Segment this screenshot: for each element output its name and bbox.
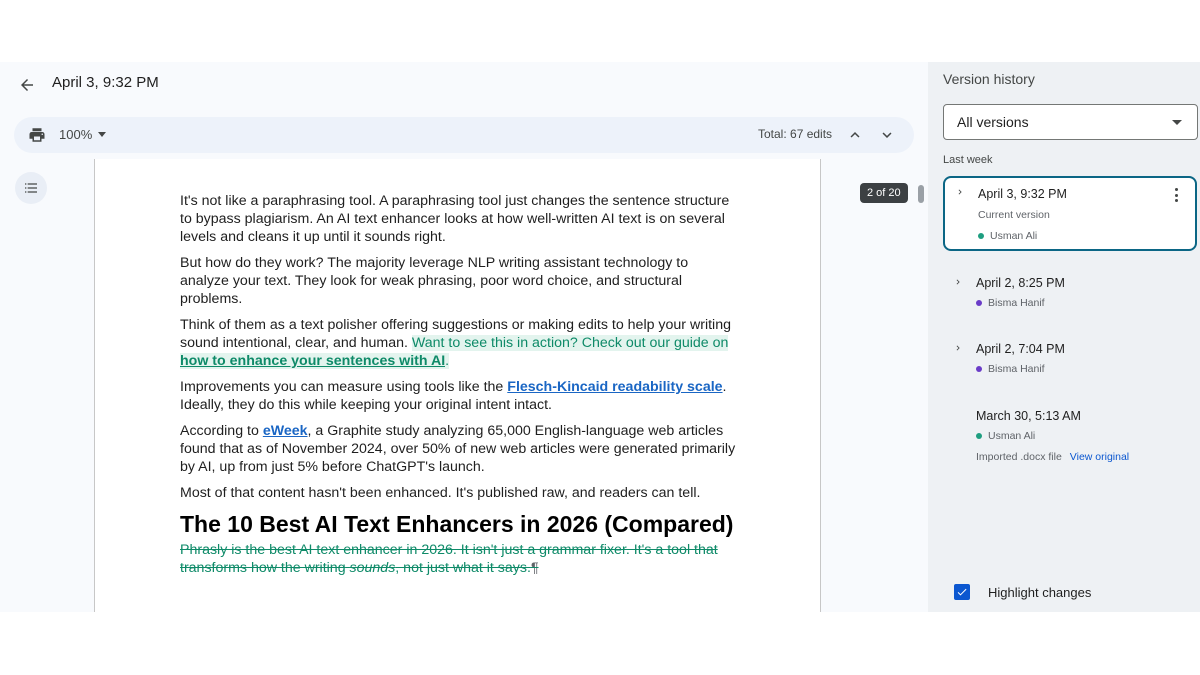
document-body: It's not like a paraphrasing tool. A par… bbox=[180, 192, 740, 585]
author-dot bbox=[976, 300, 982, 306]
version-note: Imported .docx file bbox=[976, 451, 1062, 463]
author-name: Bisma Hanif bbox=[988, 363, 1045, 375]
outline-button[interactable] bbox=[15, 172, 47, 204]
group-label: Last week bbox=[943, 154, 993, 166]
caret-down-icon bbox=[1172, 120, 1182, 125]
deleted-text: Phrasly is the best AI text enhancer in … bbox=[180, 541, 740, 577]
version-author: Usman Ali bbox=[976, 430, 1035, 442]
print-icon bbox=[29, 128, 45, 142]
previous-edit-button[interactable] bbox=[846, 126, 864, 144]
scrollbar-thumb[interactable] bbox=[918, 185, 924, 203]
pilcrow: ¶ bbox=[530, 560, 539, 576]
readability-link[interactable]: Flesch-Kincaid readability scale bbox=[507, 379, 722, 395]
outline-icon bbox=[25, 183, 37, 193]
version-note-row: Imported .docx file View original bbox=[976, 451, 1129, 463]
paragraph: Improvements you can measure using tools… bbox=[180, 378, 740, 414]
versions-filter-select[interactable]: All versions bbox=[943, 104, 1198, 140]
author-dot bbox=[978, 233, 984, 239]
version-item[interactable]: April 2, 7:04 PM Bisma Hanif bbox=[943, 340, 1197, 380]
deleted-text-italic: sounds bbox=[349, 560, 396, 576]
total-edits: Total: 67 edits bbox=[758, 127, 833, 141]
toolbar: 100% Total: 67 edits bbox=[14, 117, 914, 153]
version-date: April 2, 7:04 PM bbox=[976, 342, 1065, 356]
paragraph: But how do they work? The majority lever… bbox=[180, 255, 689, 307]
version-title: April 3, 9:32 PM bbox=[52, 74, 159, 91]
version-history-app: April 3, 9:32 PM 100% Total: 67 edits It… bbox=[0, 62, 1200, 612]
paragraph-text: Improvements you can measure using tools… bbox=[180, 379, 504, 395]
chevron-right-icon[interactable] bbox=[953, 343, 963, 353]
print-button[interactable] bbox=[28, 126, 48, 144]
version-author: Bisma Hanif bbox=[976, 297, 1045, 309]
author-name: Bisma Hanif bbox=[988, 297, 1045, 309]
version-date: April 3, 9:32 PM bbox=[978, 187, 1067, 201]
section-heading: The 10 Best AI Text Enhancers in 2026 (C… bbox=[180, 511, 734, 537]
versions-filter-value: All versions bbox=[957, 114, 1029, 130]
highlight-changes-label: Highlight changes bbox=[988, 584, 1092, 600]
version-item[interactable]: March 30, 5:13 AM Usman Ali Imported .do… bbox=[943, 407, 1197, 467]
checkmark-icon bbox=[957, 588, 967, 596]
highlight-changes-toggle[interactable]: Highlight changes bbox=[954, 584, 1091, 600]
chevron-down-icon bbox=[882, 132, 892, 138]
arrow-back-icon bbox=[21, 79, 33, 91]
eweek-link[interactable]: eWeek bbox=[263, 423, 308, 439]
version-note: Current version bbox=[978, 209, 1050, 221]
version-history-panel: Version history All versions Last week A… bbox=[928, 62, 1200, 612]
version-date: March 30, 5:13 AM bbox=[976, 409, 1081, 423]
chevron-up-icon bbox=[850, 132, 860, 138]
author-name: Usman Ali bbox=[990, 230, 1038, 242]
author-dot bbox=[976, 366, 982, 372]
page-counter: 2 of 20 bbox=[860, 183, 908, 203]
paragraph: It's not like a paraphrasing tool. A par… bbox=[180, 193, 730, 245]
paragraph: According to eWeek, a Graphite study ana… bbox=[180, 422, 740, 476]
more-vert-icon[interactable] bbox=[1169, 186, 1183, 204]
chevron-right-icon[interactable] bbox=[953, 277, 963, 287]
deleted-text-end: , not just what it says. bbox=[395, 560, 531, 576]
version-author: Bisma Hanif bbox=[976, 363, 1045, 375]
added-text: Want to see this in action? Check out ou… bbox=[411, 335, 729, 351]
view-original-link[interactable]: View original bbox=[1070, 451, 1129, 463]
paragraph-text: According to bbox=[180, 423, 259, 439]
caret-down-icon bbox=[98, 132, 107, 137]
panel-title: Version history bbox=[943, 71, 1035, 87]
highlight-changes-checkbox[interactable] bbox=[954, 584, 970, 600]
zoom-select[interactable]: 100% bbox=[59, 127, 107, 142]
paragraph: Most of that content hasn't been enhance… bbox=[180, 485, 701, 501]
author-dot bbox=[976, 433, 982, 439]
zoom-value: 100% bbox=[59, 127, 93, 142]
added-link[interactable]: how to enhance your sentences with AI bbox=[180, 353, 446, 369]
added-text-end: . bbox=[445, 353, 450, 369]
version-author: Usman Ali bbox=[978, 230, 1037, 242]
document-page: It's not like a paraphrasing tool. A par… bbox=[94, 159, 821, 612]
version-item-current[interactable]: April 3, 9:32 PM Current version Usman A… bbox=[943, 176, 1197, 251]
paragraph: Think of them as a text polisher offerin… bbox=[180, 316, 740, 370]
version-date: April 2, 8:25 PM bbox=[976, 276, 1065, 290]
back-button[interactable] bbox=[14, 72, 40, 98]
next-edit-button[interactable] bbox=[878, 126, 896, 144]
author-name: Usman Ali bbox=[988, 430, 1036, 442]
version-item[interactable]: April 2, 8:25 PM Bisma Hanif bbox=[943, 274, 1197, 314]
chevron-right-icon[interactable] bbox=[955, 187, 965, 197]
